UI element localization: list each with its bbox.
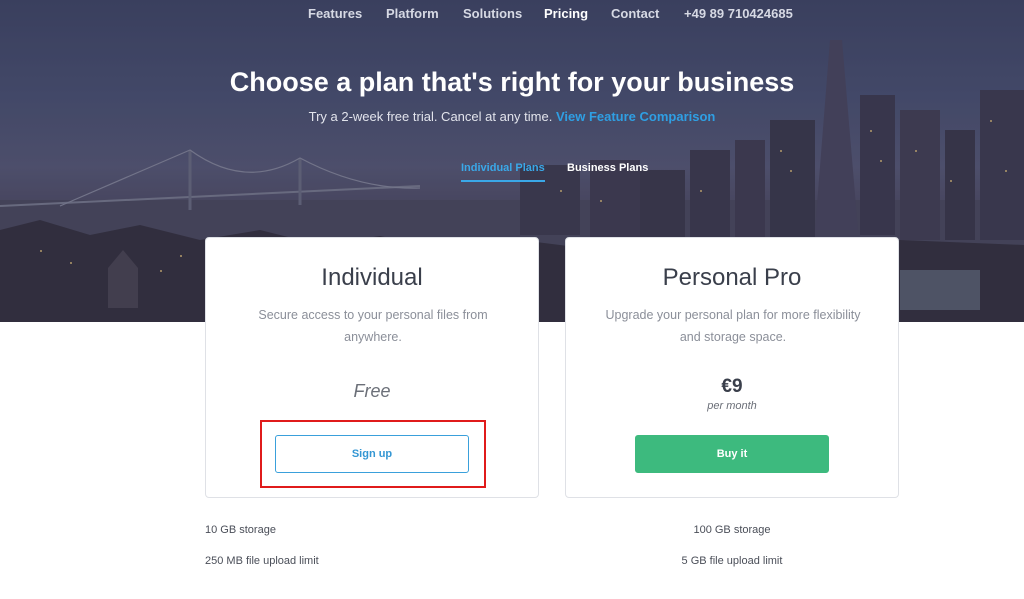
plan-name: Individual — [321, 264, 423, 291]
feature-comparison-link[interactable]: View Feature Comparison — [556, 109, 715, 124]
main-nav: Features Platform Solutions Pricing Cont… — [0, 6, 1024, 24]
nav-link-features[interactable]: Features — [308, 6, 362, 21]
highlight-box — [260, 420, 486, 488]
tab-individual-plans[interactable]: Individual Plans — [461, 162, 545, 182]
feature-upload-limit-individual: 250 MB file upload limit — [205, 555, 319, 567]
hero-subtitle: Try a 2-week free trial. Cancel at any t… — [0, 109, 1024, 124]
nav-link-solutions[interactable]: Solutions — [463, 6, 522, 21]
plan-description: Upgrade your personal plan for more flex… — [605, 308, 861, 344]
plan-name: Personal Pro — [662, 264, 802, 291]
plan-price: Free — [353, 381, 391, 401]
page-title: Choose a plan that's right for your busi… — [229, 67, 795, 97]
plan-price: €9 — [721, 376, 743, 397]
tab-business-plans[interactable]: Business Plans — [567, 162, 648, 174]
plan-card-personal-pro: Personal Pro Upgrade your personal plan … — [565, 237, 899, 498]
nav-link-contact[interactable]: Contact — [611, 6, 659, 21]
plan-price-period: per month — [707, 400, 757, 412]
feature-storage-individual: 10 GB storage — [205, 524, 276, 536]
feature-storage-personal-pro: 100 GB storage — [693, 524, 771, 536]
feature-upload-limit-personal-pro: 5 GB file upload limit — [681, 555, 783, 567]
plan-description: Secure access to your personal files fro… — [258, 308, 488, 344]
pricing-page: Features Platform Solutions Pricing Cont… — [0, 0, 1024, 599]
buy-it-button[interactable]: Buy it — [635, 435, 829, 473]
nav-link-phone[interactable]: +49 89 710424685 — [684, 6, 793, 21]
nav-link-pricing[interactable]: Pricing — [544, 6, 588, 21]
nav-link-platform[interactable]: Platform — [386, 6, 439, 21]
hero-subtitle-text: Try a 2-week free trial. Cancel at any t… — [308, 109, 553, 124]
